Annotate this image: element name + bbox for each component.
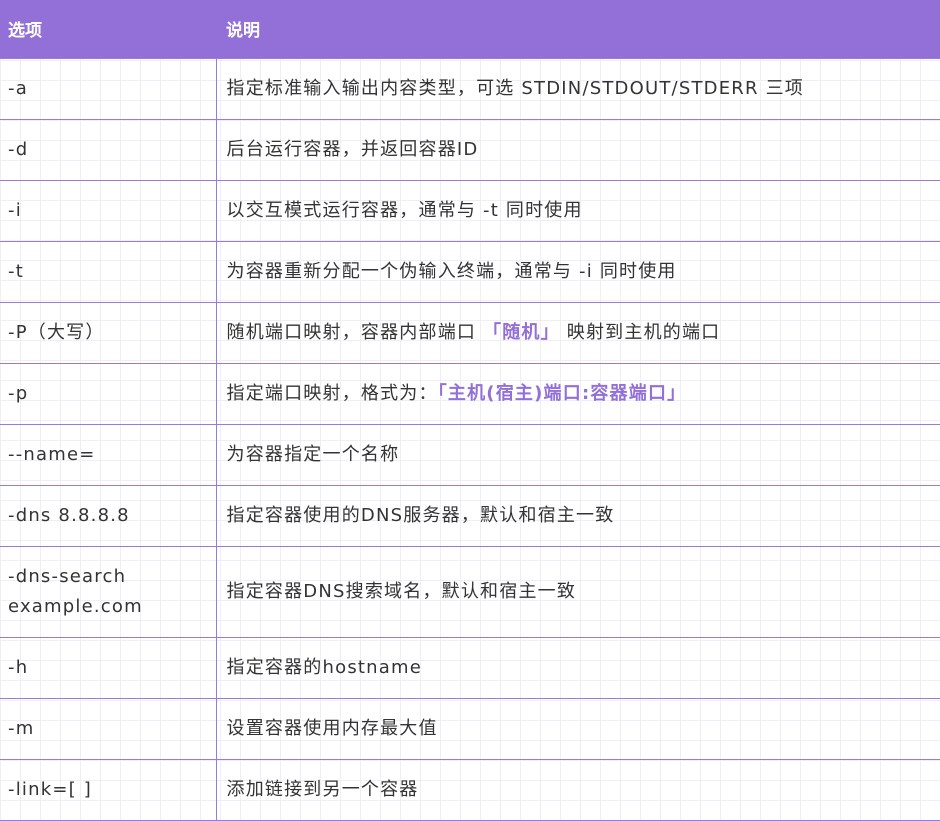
option-cell: -a bbox=[0, 57, 216, 120]
header-option: 选项 bbox=[0, 0, 216, 58]
option-cell: -link=[ ] bbox=[0, 758, 216, 821]
table-row: -m 设置容器使用内存最大值 bbox=[0, 697, 940, 760]
option-line: example.com bbox=[8, 595, 143, 617]
option-line: -dns-search bbox=[8, 565, 127, 587]
description-cell: 后台运行容器，并返回容器ID bbox=[215, 118, 940, 181]
option-cell: --name= bbox=[0, 423, 216, 486]
description-text: 映射到主机的端口 bbox=[566, 321, 721, 343]
option-cell: -i bbox=[0, 179, 216, 242]
description-cell: 设置容器使用内存最大值 bbox=[215, 697, 940, 760]
table-row: -h 指定容器的hostname bbox=[0, 636, 940, 699]
option-cell: -P（大写） bbox=[0, 301, 216, 364]
description-cell: 指定容器DNS搜索域名，默认和宿主一致 bbox=[215, 545, 940, 638]
option-cell: -dns-search example.com bbox=[0, 545, 216, 638]
description-text: 指定端口映射，格式为： bbox=[226, 382, 438, 404]
description-cell: 以交互模式运行容器，通常与 -t 同时使用 bbox=[215, 179, 940, 242]
option-cell: -p bbox=[0, 362, 216, 425]
description-text: 随机端口映射，容器内部端口 bbox=[226, 321, 477, 343]
description-cell: 随机端口映射，容器内部端口 「随机」 映射到主机的端口 bbox=[215, 301, 940, 364]
table-row: -d 后台运行容器，并返回容器ID bbox=[0, 118, 940, 181]
description-cell: 添加链接到另一个容器 bbox=[215, 758, 940, 821]
table-row: -i 以交互模式运行容器，通常与 -t 同时使用 bbox=[0, 179, 940, 242]
description-cell: 指定容器使用的DNS服务器，默认和宿主一致 bbox=[215, 484, 940, 547]
options-table: 选项 说明 -a 指定标准输入输出内容类型，可选 STDIN/STDOUT/ST… bbox=[0, 0, 940, 821]
table-row: -link=[ ] 添加链接到另一个容器 bbox=[0, 758, 940, 821]
option-cell: -h bbox=[0, 636, 216, 699]
description-cell: 指定标准输入输出内容类型，可选 STDIN/STDOUT/STDERR 三项 bbox=[215, 57, 940, 120]
highlight-text: 「随机」 bbox=[483, 321, 560, 343]
table-row: --name= 为容器指定一个名称 bbox=[0, 423, 940, 486]
highlight-text: 「主机(宿主)端口:容器端口」 bbox=[437, 382, 687, 404]
table-header-row: 选项 说明 bbox=[0, 0, 940, 58]
table-row: -a 指定标准输入输出内容类型，可选 STDIN/STDOUT/STDERR 三… bbox=[0, 57, 940, 120]
description-cell: 为容器指定一个名称 bbox=[215, 423, 940, 486]
table-row: -dns 8.8.8.8 指定容器使用的DNS服务器，默认和宿主一致 bbox=[0, 484, 940, 547]
option-cell: -d bbox=[0, 118, 216, 181]
table-row: -p 指定端口映射，格式为：「主机(宿主)端口:容器端口」 bbox=[0, 362, 940, 425]
header-description: 说明 bbox=[216, 0, 940, 58]
description-cell: 为容器重新分配一个伪输入终端，通常与 -i 同时使用 bbox=[215, 240, 940, 303]
table-row: -t 为容器重新分配一个伪输入终端，通常与 -i 同时使用 bbox=[0, 240, 940, 303]
description-cell: 指定容器的hostname bbox=[215, 636, 940, 699]
table-row: -P（大写） 随机端口映射，容器内部端口 「随机」 映射到主机的端口 bbox=[0, 301, 940, 364]
option-cell: -m bbox=[0, 697, 216, 760]
option-cell: -dns 8.8.8.8 bbox=[0, 484, 216, 547]
description-cell: 指定端口映射，格式为：「主机(宿主)端口:容器端口」 bbox=[215, 362, 940, 425]
table-row: -dns-search example.com 指定容器DNS搜索域名，默认和宿主… bbox=[0, 545, 940, 638]
option-cell: -t bbox=[0, 240, 216, 303]
